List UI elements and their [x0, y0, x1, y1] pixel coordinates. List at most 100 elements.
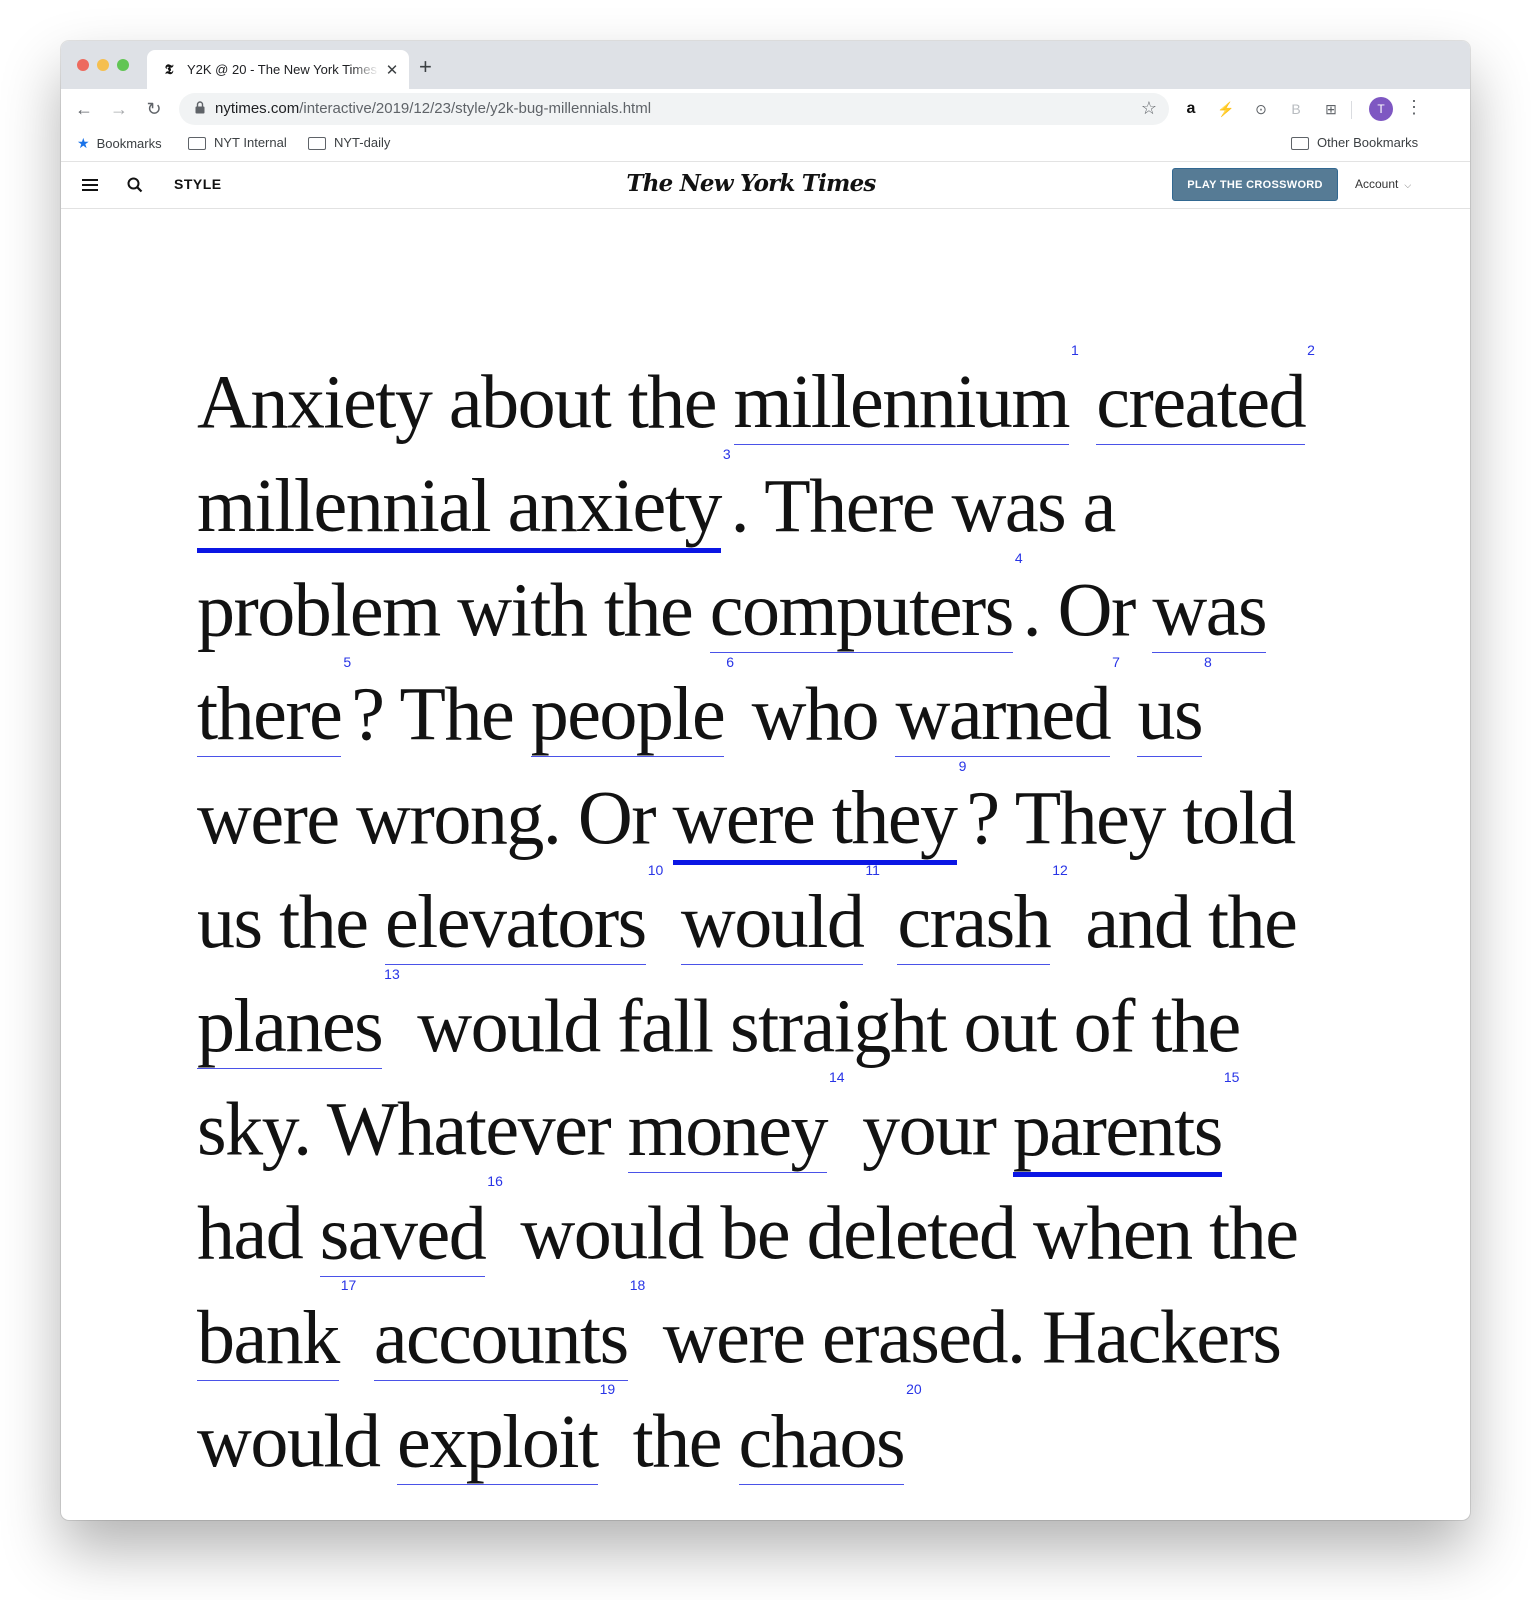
close-window-button[interactable] [77, 59, 89, 71]
footnote-number[interactable]: 11 [865, 862, 880, 878]
article-link[interactable]: were they [672, 776, 958, 866]
article-text-run: were wrong. Or [197, 776, 673, 861]
article-text-run [1079, 360, 1097, 444]
back-arrow-icon[interactable]: ← [72, 97, 96, 121]
url-text: nytimes.com/interactive/2019/12/23/style… [215, 100, 651, 117]
bookmark-label: NYT-daily [334, 135, 391, 150]
tab-strip: 𝕿 Y2K @ 20 - The New York Times ✕ + [61, 41, 1470, 89]
footnote-number[interactable]: 19 [600, 1381, 616, 1397]
article-link[interactable]: millennial anxiety [197, 464, 722, 554]
footnote-number[interactable]: 14 [829, 1069, 845, 1085]
article-link[interactable]: chaos [738, 1399, 906, 1485]
url-host: nytimes.com [215, 100, 300, 117]
footnote-number[interactable]: 20 [906, 1381, 922, 1397]
article-link[interactable]: planes [197, 983, 384, 1069]
lock-icon [195, 101, 205, 114]
tab-close-icon[interactable]: ✕ [383, 61, 401, 79]
folder-icon [308, 137, 326, 150]
browser-tab[interactable]: 𝕿 Y2K @ 20 - The New York Times ✕ [147, 50, 409, 89]
bookmark-star-icon[interactable]: ☆ [1141, 98, 1157, 119]
footnote-number[interactable]: 17 [341, 1277, 357, 1293]
footnote-number[interactable]: 2 [1307, 342, 1315, 358]
article-text-run: your [844, 1087, 1013, 1172]
chevron-down-icon: ⌵ [1404, 180, 1412, 190]
profile-avatar[interactable]: T [1369, 97, 1393, 121]
footnote-number[interactable]: 10 [648, 862, 664, 878]
address-bar[interactable]: nytimes.com/interactive/2019/12/23/style… [179, 93, 1169, 125]
browser-menu-icon[interactable]: ⋮ [1404, 97, 1424, 118]
footnote-number[interactable]: 13 [384, 966, 400, 982]
footnote-number[interactable]: 1 [1071, 342, 1079, 358]
folder-icon [1291, 137, 1309, 150]
article-link[interactable]: accounts [373, 1295, 629, 1381]
article-text-run: Anxiety about the [197, 360, 734, 445]
footnote-number[interactable]: 15 [1224, 1069, 1240, 1085]
tab-title: Y2K @ 20 - The New York Times [187, 62, 377, 77]
article-link[interactable]: computers [709, 568, 1014, 654]
nyt-logo[interactable]: The New York Times [621, 170, 881, 197]
forward-arrow-icon[interactable]: → [107, 97, 131, 121]
account-menu[interactable]: Account ⌵ [1355, 177, 1411, 191]
bookmark-label: Bookmarks [96, 136, 162, 151]
bookmark-nyt-daily[interactable]: NYT-daily [308, 135, 390, 150]
browser-toolbar: ← → ↻ nytimes.com/interactive/2019/12/23… [61, 89, 1470, 129]
bookmark-bookmarks[interactable]: ★ Bookmarks [77, 135, 162, 152]
article-link[interactable]: warned [895, 672, 1112, 758]
footnote-number[interactable]: 4 [1015, 550, 1023, 566]
article-link[interactable]: elevators [384, 879, 647, 965]
footnote-number[interactable]: 8 [1204, 654, 1212, 670]
footnote-number[interactable]: 5 [343, 654, 351, 670]
account-label: Account [1355, 177, 1399, 191]
b-extension-icon[interactable]: B [1285, 98, 1307, 120]
footnote-number[interactable]: 6 [726, 654, 734, 670]
star-icon: ★ [77, 135, 90, 151]
article-link[interactable]: exploit [397, 1399, 599, 1485]
bookmark-nyt-internal[interactable]: NYT Internal [188, 135, 287, 150]
nyt-favicon-icon: 𝕿 [164, 61, 174, 78]
article-text-run: would be deleted when the [502, 1191, 1299, 1276]
article-link[interactable]: created [1096, 360, 1307, 446]
footnote-number[interactable]: 12 [1052, 862, 1068, 878]
article-body: Anxiety about the millennium1 created2 m… [197, 342, 1317, 1491]
article-link[interactable]: millennium [733, 360, 1070, 446]
footnote-number[interactable]: 18 [630, 1277, 646, 1293]
article-text-run [663, 880, 681, 964]
bookmark-label: Other Bookmarks [1317, 135, 1419, 150]
new-tab-button[interactable]: + [419, 55, 432, 79]
hamburger-menu-icon[interactable] [82, 179, 98, 194]
maximize-window-button[interactable] [117, 59, 129, 71]
bookmarks-bar: ★ Bookmarks NYT Internal NYT-daily Other … [61, 129, 1470, 162]
article-link[interactable]: money [627, 1087, 828, 1173]
search-icon[interactable] [127, 177, 143, 193]
footnote-number[interactable]: 9 [959, 758, 967, 774]
footnote-number[interactable]: 16 [487, 1173, 503, 1189]
play-crossword-button[interactable]: PLAY THE CROSSWORD [1172, 168, 1338, 201]
footnote-number[interactable]: 3 [723, 446, 731, 462]
circle-extension-icon[interactable]: ⊙ [1250, 98, 1272, 120]
article-link[interactable]: us [1137, 672, 1204, 758]
article-link[interactable]: saved [319, 1191, 487, 1277]
article-text-run: . Or [1022, 568, 1153, 653]
article-link[interactable]: parents [1012, 1087, 1223, 1177]
amazon-extension-icon[interactable]: a [1180, 98, 1202, 120]
folder-icon [188, 137, 206, 150]
article-link[interactable]: would [680, 879, 865, 965]
grid-extension-icon[interactable]: ⊞ [1320, 98, 1342, 120]
footnote-number[interactable]: 7 [1112, 654, 1120, 670]
article-link[interactable]: people [530, 672, 726, 758]
toolbar-divider [1351, 101, 1352, 119]
article-link[interactable]: crash [897, 879, 1052, 965]
reload-icon[interactable]: ↻ [142, 97, 166, 121]
article-text-run [880, 880, 898, 964]
bookmark-other[interactable]: Other Bookmarks [1291, 135, 1418, 150]
article-link[interactable]: bank [197, 1295, 340, 1381]
browser-window: 𝕿 Y2K @ 20 - The New York Times ✕ + ← → … [61, 41, 1470, 1520]
article-text-run: who [734, 672, 896, 757]
article-text-run: the [615, 1399, 739, 1484]
section-label[interactable]: STYLE [174, 176, 222, 192]
article-text-run: had [197, 1191, 320, 1276]
bolt-extension-icon[interactable]: ⚡ [1215, 98, 1237, 120]
minimize-window-button[interactable] [97, 59, 109, 71]
article-text-run: ? The [351, 672, 531, 757]
article-text-run: and the [1067, 879, 1298, 964]
